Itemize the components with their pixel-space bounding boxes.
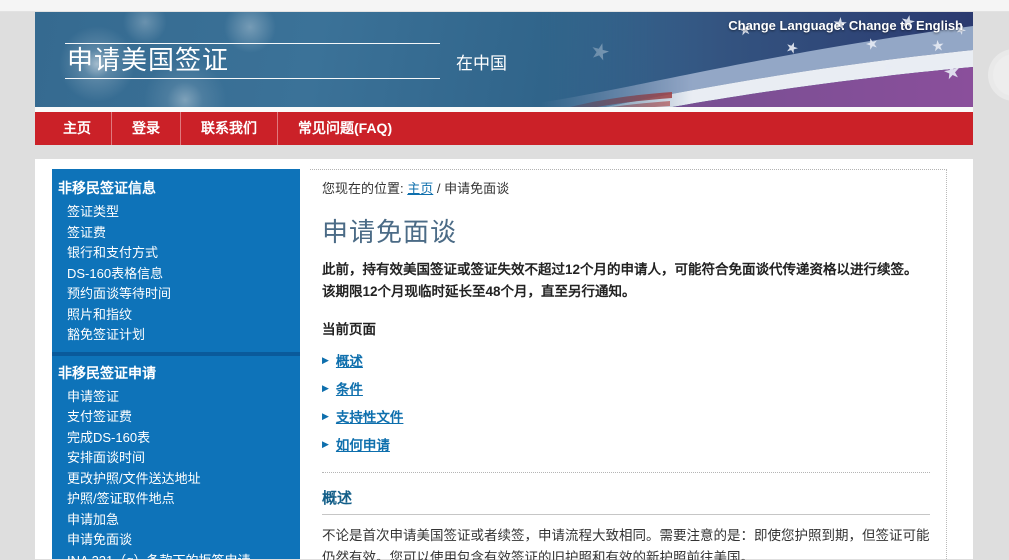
toc-row: ▶ 支持性文件 xyxy=(322,406,930,426)
main-nav: 主页 登录 联系我们 常见问题(FAQ) xyxy=(35,112,973,145)
breadcrumb-home-link[interactable]: 主页 xyxy=(407,181,433,196)
header-banner: Change Language: Change to English 申请美国签… xyxy=(35,12,973,107)
sidebar-item-ina-221g-refusals[interactable]: INA 221（g）条款下的拒签申请 xyxy=(52,551,300,560)
arrow-bullet-icon: ▶ xyxy=(322,412,329,421)
overview-heading: 概述 xyxy=(322,487,930,515)
section-divider xyxy=(322,472,930,473)
sidebar-title-niv-apply[interactable]: 非移民签证申请 xyxy=(52,356,300,387)
arrow-bullet-icon: ▶ xyxy=(322,440,329,449)
edge-floating-widget[interactable] xyxy=(993,54,1009,96)
breadcrumb: 您现在的位置: 主页 / 申请免面谈 xyxy=(322,178,930,197)
main-wrapper: 非移民签证信息 签证类型 签证费 银行和支付方式 DS-160表格信息 预约面谈… xyxy=(35,159,973,559)
toc-link-supporting-documents[interactable]: 支持性文件 xyxy=(336,406,404,426)
toc-row: ▶ 概述 xyxy=(322,350,930,370)
banner-title-box: 申请美国签证 xyxy=(65,43,440,79)
intro-paragraph: 此前，持有效美国签证或签证失效不超过12个月的申请人，可能符合免面谈代传递资格以… xyxy=(322,259,930,302)
sidebar-section-niv-info: 非移民签证信息 签证类型 签证费 银行和支付方式 DS-160表格信息 预约面谈… xyxy=(52,171,300,352)
sidebar-item-ds160-info[interactable]: DS-160表格信息 xyxy=(52,264,300,285)
toc-row: ▶ 如何申请 xyxy=(322,434,930,454)
sidebar-item-passport-visa-collection-locations[interactable]: 护照/签证取件地点 xyxy=(52,489,300,510)
toc-list: ▶ 概述 ▶ 条件 ▶ 支持性文件 ▶ 如何申请 xyxy=(322,350,930,454)
sidebar-item-pay-visa-fee[interactable]: 支付签证费 xyxy=(52,407,300,428)
breadcrumb-separator: / xyxy=(437,181,441,196)
language-bar-label: Change Language: xyxy=(728,18,845,33)
current-page-label: 当前页面 xyxy=(322,318,930,338)
sidebar-item-visa-types[interactable]: 签证类型 xyxy=(52,202,300,223)
sidebar-section-niv-apply: 非移民签证申请 申请签证 支付签证费 完成DS-160表 安排面谈时间 更改护照… xyxy=(52,352,300,560)
arrow-bullet-icon: ▶ xyxy=(322,384,329,393)
banner-title-block: 申请美国签证 在中国 xyxy=(65,43,507,79)
nav-home[interactable]: 主页 xyxy=(43,112,111,145)
arrow-bullet-icon: ▶ xyxy=(322,356,329,365)
nav-login[interactable]: 登录 xyxy=(112,112,180,145)
site-region: 在中国 xyxy=(456,49,507,74)
sidebar-item-apply-visa[interactable]: 申请签证 xyxy=(52,387,300,408)
toc-row: ▶ 条件 xyxy=(322,378,930,398)
content-area: 您现在的位置: 主页 / 申请免面谈 申请免面谈 此前，持有效美国签证或签证失效… xyxy=(310,169,947,559)
page-title: 申请免面谈 xyxy=(322,212,930,249)
sidebar-item-bank-payment-options[interactable]: 银行和支付方式 xyxy=(52,243,300,264)
page-container: Change Language: Change to English 申请美国签… xyxy=(35,12,973,559)
sidebar-title-niv-info[interactable]: 非移民签证信息 xyxy=(52,171,300,202)
overview-paragraph-1: 不论是首次申请美国签证或者续签，申请流程大致相同。需要注意的是：即使您护照到期，… xyxy=(322,525,930,560)
toc-link-how-to-apply[interactable]: 如何申请 xyxy=(336,434,390,454)
nav-content-gap xyxy=(35,145,973,159)
change-to-english-link[interactable]: Change to English xyxy=(849,18,963,33)
toc-link-requirements[interactable]: 条件 xyxy=(336,378,363,398)
nav-contact-us[interactable]: 联系我们 xyxy=(181,112,277,145)
sidebar-item-visa-waiver-program[interactable]: 豁免签证计划 xyxy=(52,325,300,346)
sidebar-item-interview-waiver[interactable]: 申请免面谈 xyxy=(52,530,300,551)
page-top-strip xyxy=(0,0,1009,12)
breadcrumb-prefix: 您现在的位置: xyxy=(322,181,404,196)
site-title: 申请美国签证 xyxy=(67,47,438,74)
sidebar: 非移民签证信息 签证类型 签证费 银行和支付方式 DS-160表格信息 预约面谈… xyxy=(52,169,300,559)
sidebar-item-photos-fingerprints[interactable]: 照片和指纹 xyxy=(52,305,300,326)
sidebar-item-complete-ds160[interactable]: 完成DS-160表 xyxy=(52,428,300,449)
nav-faq[interactable]: 常见问题(FAQ) xyxy=(278,112,412,145)
sidebar-item-expedited-request[interactable]: 申请加急 xyxy=(52,510,300,531)
sidebar-item-visa-fee[interactable]: 签证费 xyxy=(52,223,300,244)
sidebar-item-change-document-delivery-address[interactable]: 更改护照/文件送达地址 xyxy=(52,469,300,490)
toc-link-overview[interactable]: 概述 xyxy=(336,350,363,370)
breadcrumb-current: 申请免面谈 xyxy=(444,181,509,196)
sidebar-item-appointment-wait-times[interactable]: 预约面谈等待时间 xyxy=(52,284,300,305)
language-bar: Change Language: Change to English xyxy=(728,18,963,33)
sidebar-item-schedule-appointment[interactable]: 安排面谈时间 xyxy=(52,448,300,469)
